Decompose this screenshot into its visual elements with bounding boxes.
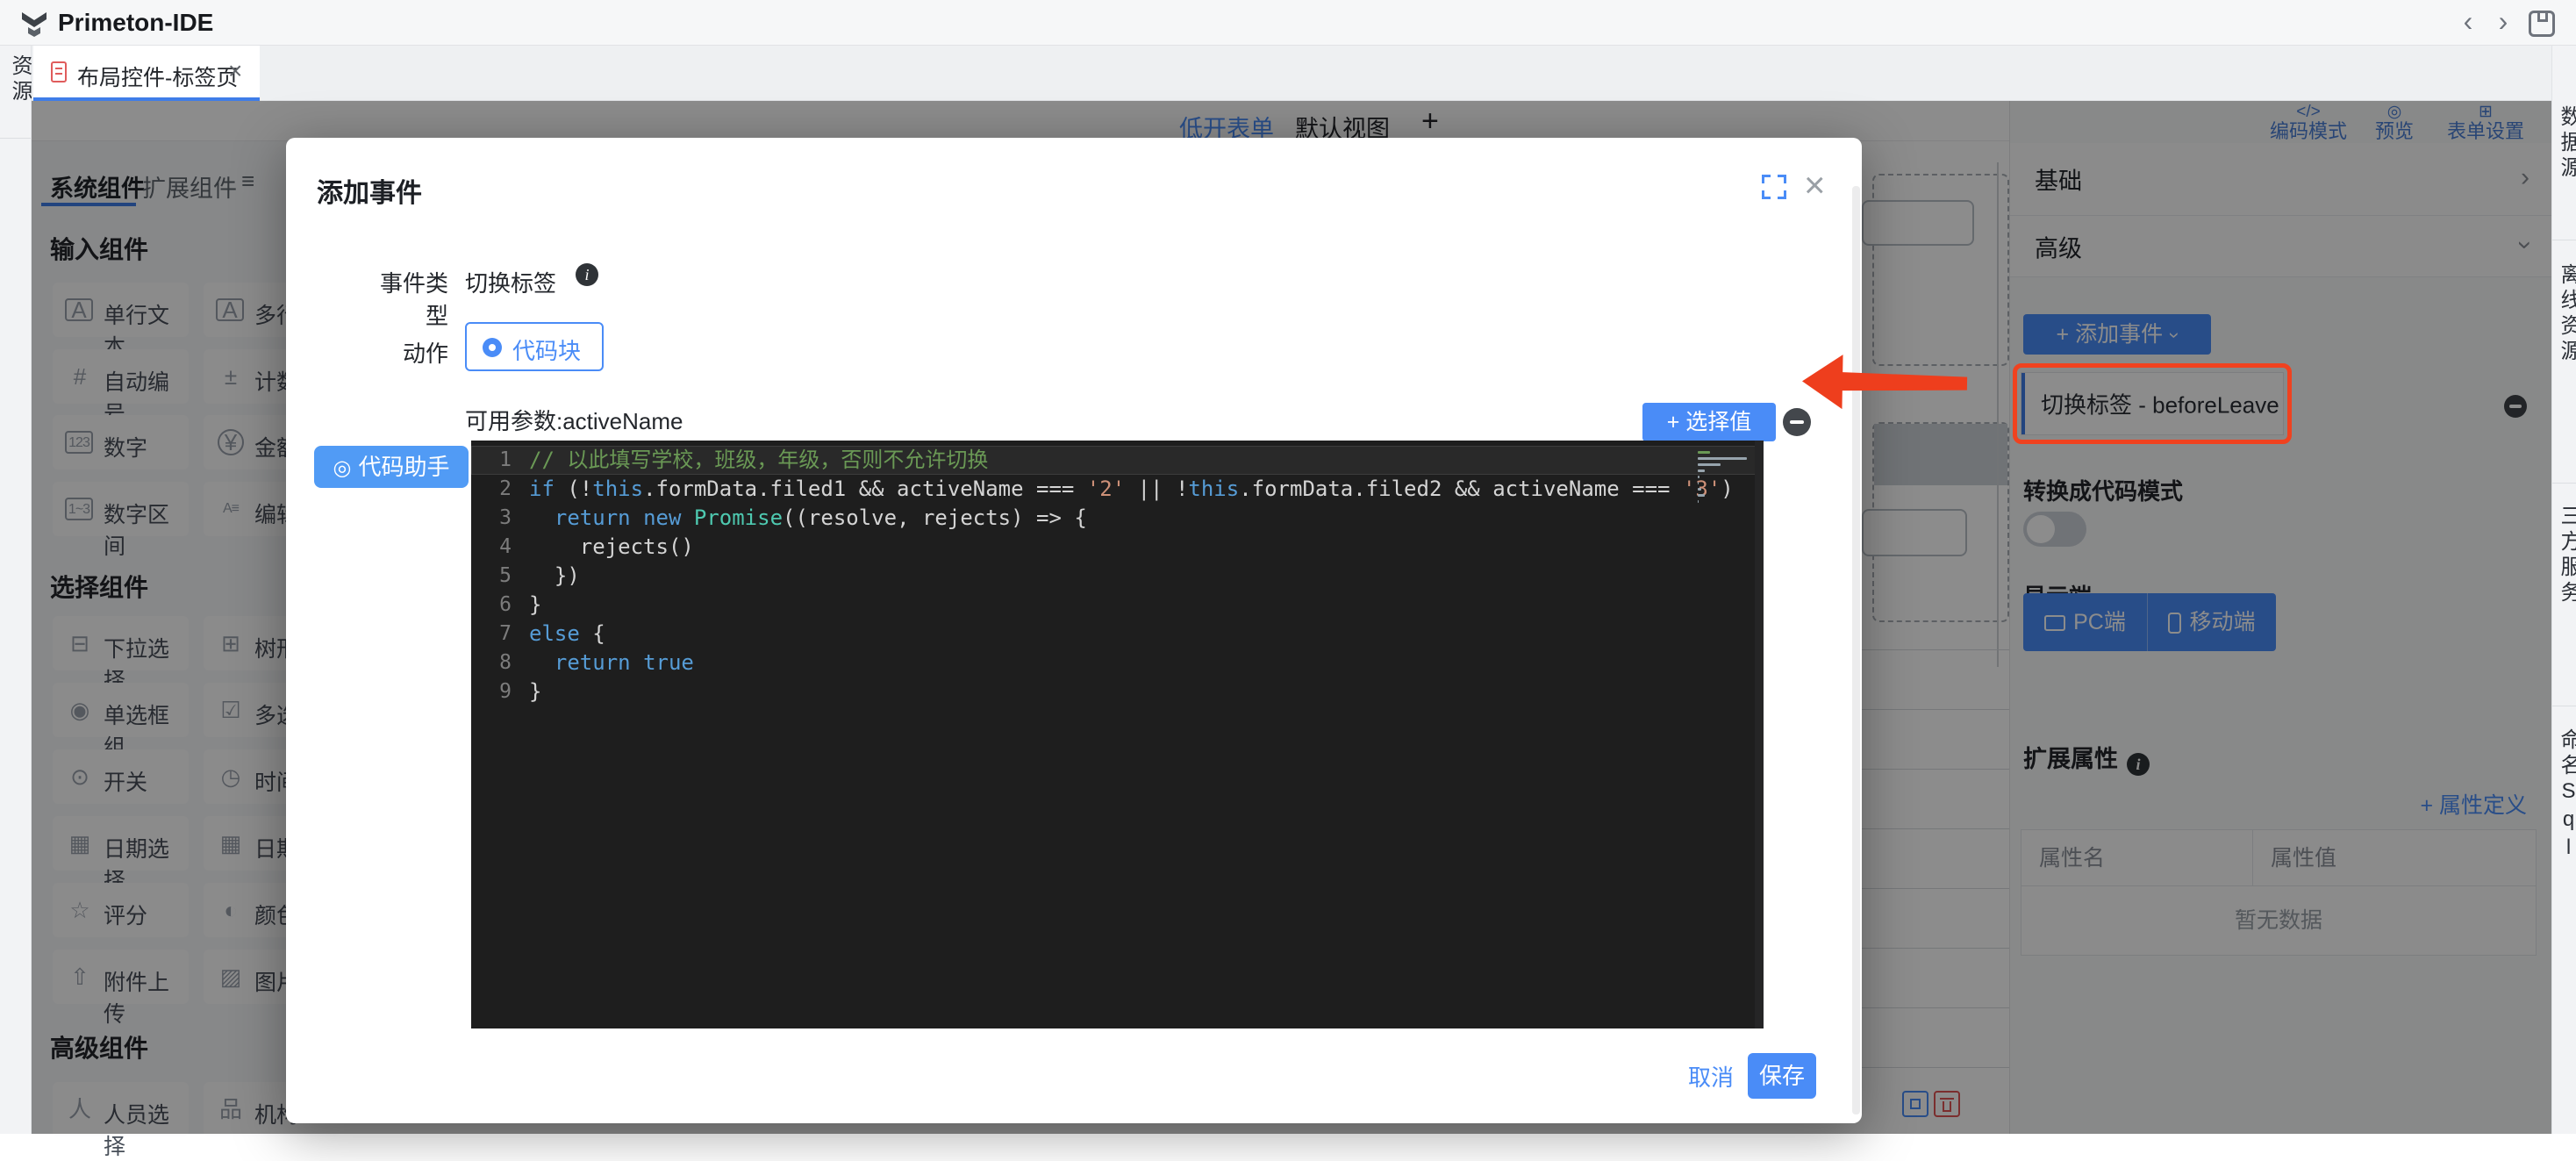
left-rail: 资源 xyxy=(0,46,32,1134)
code-assistant-button[interactable]: ◎代码助手 xyxy=(314,446,469,488)
modal-scrollbar[interactable] xyxy=(1852,186,1860,1114)
fullscreen-icon[interactable] xyxy=(1762,175,1786,199)
code-line: 1// 以此填写学校，班级，年级，否则不允许切换 xyxy=(471,446,1764,475)
code-line: 5 }) xyxy=(471,562,1764,591)
primeton-logo-icon xyxy=(19,8,49,38)
action-label: 动作 xyxy=(365,336,448,369)
bullseye-icon: ◎ xyxy=(333,456,352,480)
remove-code-block-icon[interactable] xyxy=(1783,408,1811,436)
code-line: 7else { xyxy=(471,620,1764,649)
rail-item-datasource[interactable]: 数据源 xyxy=(2553,105,2576,182)
available-params-label: 可用参数:activeName xyxy=(465,404,683,436)
save-button[interactable]: 保存 xyxy=(1748,1053,1816,1099)
editor-minimap[interactable] xyxy=(1698,448,1752,506)
tab-close-icon[interactable]: × xyxy=(228,57,242,85)
document-tab-bar: 布局控件-标签页 × xyxy=(32,46,2551,101)
primeton-ide-window: Primeton-IDE ‹ › 资源 数据源 离线资源 三方服务 命名Sql … xyxy=(0,0,2576,1134)
code-line: 4 rejects() xyxy=(471,533,1764,562)
rail-divider xyxy=(2552,483,2576,484)
editor-scrollbar[interactable] xyxy=(1755,441,1764,1028)
cancel-button[interactable]: 取消 xyxy=(1679,1056,1742,1100)
code-line: 2if (!this.formData.filed1 && activeName… xyxy=(471,475,1764,504)
tab-layout-tabs-page[interactable]: 布局控件-标签页 × xyxy=(33,46,260,101)
rail-item-third-party-services[interactable]: 三方服务 xyxy=(2553,505,2576,606)
info-icon: i xyxy=(576,263,598,286)
code-line: 8 return true xyxy=(471,649,1764,677)
tab-label: 布局控件-标签页 xyxy=(77,61,238,92)
select-value-button[interactable]: + 选择值 xyxy=(1642,403,1776,441)
rail-item-resources[interactable]: 资源 xyxy=(4,54,35,105)
save-file-icon[interactable] xyxy=(2529,11,2555,37)
active-tab-underline xyxy=(33,97,260,101)
top-bar: Primeton-IDE ‹ › xyxy=(0,0,2576,46)
app-title: Primeton-IDE xyxy=(58,9,213,37)
nav-back-icon[interactable]: ‹ xyxy=(2453,5,2483,38)
code-line: 9} xyxy=(471,677,1764,706)
form-document-icon xyxy=(51,61,67,82)
nav-forward-icon[interactable]: › xyxy=(2488,5,2518,38)
rail-item-named-sql[interactable]: 命名Sql xyxy=(2553,728,2576,864)
radio-selected-icon xyxy=(483,338,502,357)
event-type-label: 事件类型 xyxy=(365,266,448,331)
right-rail: 数据源 离线资源 三方服务 命名Sql xyxy=(2551,46,2576,1134)
modal-title: 添加事件 xyxy=(317,171,422,210)
code-line: 3 return new Promise((resolve, rejects) … xyxy=(471,504,1764,533)
rail-divider xyxy=(0,138,31,139)
action-option-code-block[interactable]: 代码块 xyxy=(465,322,604,371)
event-type-value: 切换标签 xyxy=(465,266,556,298)
code-editor[interactable]: 1// 以此填写学校，班级，年级，否则不允许切换2if (!this.formD… xyxy=(471,441,1764,1028)
add-event-modal: 添加事件 × 事件类型 切换标签 i 动作 代码块 可用参数:activeNam… xyxy=(286,138,1862,1123)
rail-item-offline-resources[interactable]: 离线资源 xyxy=(2553,263,2576,365)
close-icon[interactable]: × xyxy=(1804,164,1826,206)
code-line: 6} xyxy=(471,591,1764,620)
